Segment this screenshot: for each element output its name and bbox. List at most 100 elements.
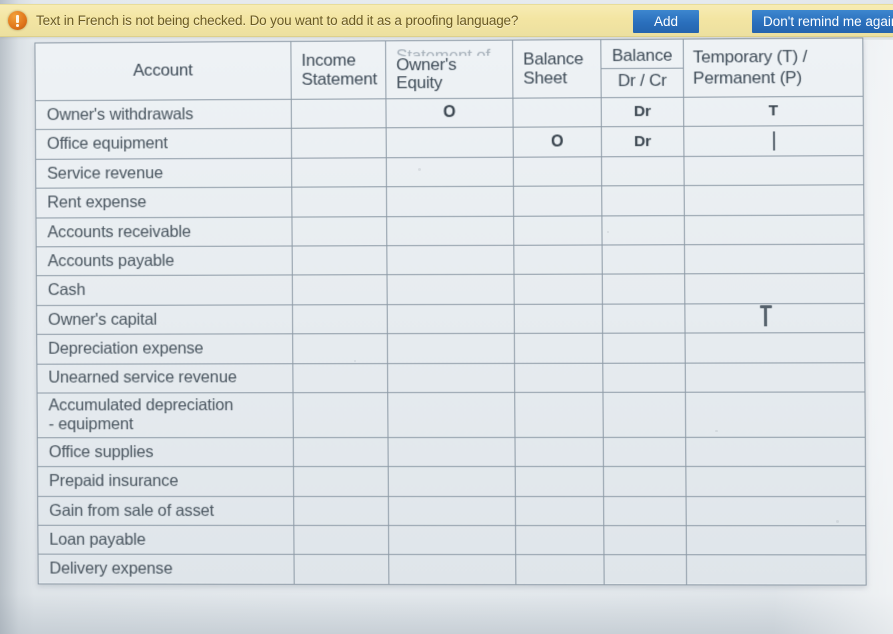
balance-dr-cr-cell[interactable] <box>601 185 685 216</box>
balance-dr-cr-cell[interactable] <box>601 215 685 245</box>
table-row[interactable]: Gain from sale of asset <box>37 496 866 526</box>
owners-equity-cell[interactable]: O <box>385 98 514 129</box>
balance-sheet-cell[interactable] <box>513 156 602 187</box>
owners-equity-cell[interactable] <box>387 437 516 467</box>
income-statement-cell[interactable] <box>293 466 389 497</box>
owners-equity-cell[interactable] <box>386 215 514 246</box>
income-statement-cell[interactable] <box>292 363 388 393</box>
balance-dr-cr-cell[interactable]: Dr <box>601 126 684 157</box>
add-button[interactable]: Add <box>633 10 699 33</box>
temporary-permanent-cell[interactable] <box>685 391 866 438</box>
owners-equity-cell[interactable] <box>386 186 514 217</box>
balance-dr-cr-cell[interactable] <box>603 496 687 526</box>
temporary-permanent-cell[interactable] <box>683 155 864 186</box>
owners-equity-cell[interactable] <box>386 245 514 276</box>
income-statement-cell[interactable] <box>292 245 388 276</box>
balance-dr-cr-cell[interactable] <box>601 156 685 187</box>
temporary-permanent-cell[interactable] <box>685 362 865 393</box>
balance-sheet-cell[interactable] <box>514 437 604 467</box>
owners-equity-cell[interactable] <box>388 496 516 526</box>
balance-sheet-cell[interactable] <box>515 466 604 497</box>
table-row[interactable]: Owner's capital <box>36 303 865 335</box>
balance-sheet-cell[interactable] <box>515 496 604 526</box>
balance-dr-cr-cell[interactable] <box>602 392 686 438</box>
balance-dr-cr-cell[interactable] <box>602 303 686 334</box>
table-row[interactable]: Delivery expense <box>38 554 867 585</box>
table-row[interactable]: Depreciation expense <box>36 332 865 364</box>
balance-sheet-cell[interactable] <box>513 244 603 275</box>
balance-dr-cr-cell[interactable] <box>602 362 686 393</box>
temporary-permanent-cell[interactable] <box>684 184 864 216</box>
temporary-permanent-cell[interactable] <box>686 525 866 556</box>
balance-sheet-cell[interactable] <box>513 215 603 246</box>
balance-dr-cr-cell[interactable] <box>603 437 686 467</box>
owners-equity-cell[interactable] <box>386 127 514 158</box>
table-row[interactable]: Rent expense <box>35 184 864 218</box>
owners-equity-cell[interactable] <box>388 466 516 497</box>
table-row[interactable]: Service revenue <box>35 155 864 189</box>
income-statement-cell[interactable] <box>294 554 389 585</box>
balance-dr-cr-cell[interactable] <box>602 274 685 304</box>
balance-sheet-cell[interactable] <box>514 392 604 438</box>
account-name-cell: Cash <box>36 275 293 306</box>
temporary-permanent-cell[interactable] <box>686 496 866 526</box>
income-statement-cell[interactable] <box>291 216 387 246</box>
balance-sheet-cell[interactable] <box>513 186 602 216</box>
income-statement-cell[interactable] <box>293 496 389 526</box>
temporary-permanent-cell[interactable] <box>684 303 865 334</box>
balance-dr-cr-cell[interactable]: Dr <box>601 97 684 128</box>
income-statement-cell[interactable] <box>291 98 387 129</box>
table-row[interactable]: Accounts payable <box>36 244 865 277</box>
income-statement-cell[interactable] <box>293 525 389 555</box>
table-row[interactable]: Accumulated depreciation - equipment <box>37 391 866 438</box>
table-row[interactable]: Unearned service revenue <box>36 362 865 393</box>
owners-equity-cell[interactable] <box>387 362 515 393</box>
balance-sheet-cell[interactable]: O <box>513 127 602 157</box>
owners-equity-cell[interactable] <box>386 156 514 187</box>
table-row[interactable]: Owner's withdrawals O Dr T <box>35 96 864 130</box>
table-row[interactable]: Office supplies <box>37 437 866 467</box>
temporary-permanent-cell[interactable] <box>684 273 865 304</box>
balance-dr-cr-cell[interactable] <box>603 555 687 585</box>
income-statement-cell[interactable] <box>291 157 387 188</box>
owners-equity-cell[interactable] <box>388 525 516 556</box>
owners-equity-line1: Owner's <box>396 54 457 74</box>
owners-equity-cell[interactable] <box>387 274 515 305</box>
temporary-permanent-cell[interactable] <box>685 437 866 467</box>
balance-dr-cr-cell[interactable] <box>603 525 687 556</box>
table-row[interactable]: Loan payable <box>37 525 866 556</box>
temporary-permanent-cell[interactable] <box>684 214 865 245</box>
temporary-permanent-cell[interactable] <box>684 244 865 275</box>
table-row[interactable]: Accounts receivable <box>35 214 865 247</box>
owners-equity-cell[interactable] <box>388 554 516 585</box>
owners-equity-cell[interactable] <box>387 392 515 438</box>
owners-equity-cell[interactable] <box>387 304 515 334</box>
income-statement-cell[interactable] <box>293 437 389 467</box>
balance-sheet-cell[interactable] <box>513 274 603 305</box>
temporary-permanent-cell[interactable] <box>685 332 865 363</box>
temporary-permanent-cell[interactable]: T <box>683 96 864 127</box>
table-row[interactable]: Prepaid insurance <box>37 466 866 497</box>
income-statement-cell[interactable] <box>291 128 387 158</box>
balance-dr-cr-cell[interactable] <box>602 333 686 363</box>
table-row[interactable]: Cash <box>36 273 865 306</box>
balance-sheet-cell[interactable] <box>514 333 603 363</box>
dont-remind-me-again-button[interactable]: Don't remind me again <box>752 10 893 33</box>
owners-equity-cell[interactable] <box>387 333 515 364</box>
income-statement-cell[interactable] <box>293 392 388 438</box>
balance-dr-cr-cell[interactable] <box>602 244 685 275</box>
balance-sheet-cell[interactable] <box>514 303 603 334</box>
table-row[interactable]: Office equipment O Dr <box>35 125 864 160</box>
income-statement-cell[interactable] <box>292 275 388 305</box>
income-statement-cell[interactable] <box>292 333 388 364</box>
income-statement-cell[interactable] <box>291 186 387 217</box>
balance-sheet-cell[interactable] <box>512 97 602 128</box>
balance-dr-cr-cell[interactable] <box>603 466 687 497</box>
income-statement-cell[interactable] <box>292 304 388 334</box>
balance-sheet-cell[interactable] <box>515 555 605 585</box>
balance-sheet-cell[interactable] <box>515 525 604 556</box>
temporary-permanent-cell[interactable] <box>686 555 867 585</box>
temporary-permanent-cell[interactable] <box>683 125 864 157</box>
balance-sheet-cell[interactable] <box>514 362 603 393</box>
temporary-permanent-cell[interactable] <box>685 466 866 497</box>
